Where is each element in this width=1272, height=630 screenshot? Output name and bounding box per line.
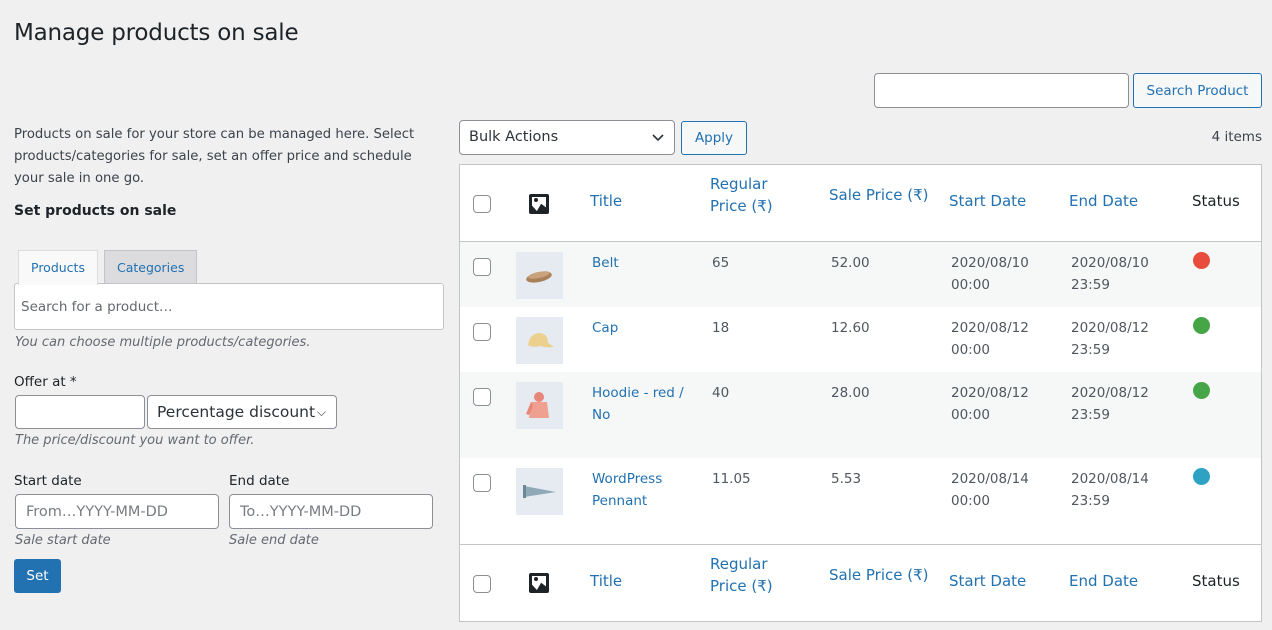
image-icon xyxy=(529,194,549,214)
table-header: Title Regular Price (₹) Sale Price (₹) S… xyxy=(460,165,1261,242)
column-start-date[interactable]: Start Date xyxy=(949,190,1026,212)
end-date: 2020/08/12 23:59 xyxy=(1071,385,1149,423)
set-button[interactable]: Set xyxy=(14,559,61,593)
products-table: Title Regular Price (₹) Sale Price (₹) S… xyxy=(459,164,1262,622)
page-description: Products on sale for your store can be m… xyxy=(14,127,415,186)
section-heading: Set products on sale xyxy=(14,203,177,219)
item-count: 4 items xyxy=(1211,129,1262,145)
bulk-actions-select[interactable]: Bulk Actions xyxy=(459,120,675,155)
table-row: WordPress Pennant 11.05 5.53 2020/08/14 00:00… xyxy=(460,458,1261,544)
offer-hint: The price/discount you want to offer. xyxy=(15,433,255,448)
sale-price: 52.00 xyxy=(831,255,870,271)
sale-price: 5.53 xyxy=(831,471,862,487)
table-row: Belt 65 52.00 2020/08/10 00:00 2020/08/10 23:5… xyxy=(460,242,1261,307)
column-start-date[interactable]: Start Date xyxy=(949,570,1026,592)
row-checkbox[interactable] xyxy=(473,323,491,341)
status-indicator xyxy=(1193,382,1210,399)
start-date: 2020/08/12 00:00 xyxy=(951,385,1029,423)
column-status: Status xyxy=(1192,572,1240,590)
table-row: Cap 18 12.60 2020/08/12 00:00 2020/08/12 23:59 xyxy=(460,307,1261,372)
sale-price: 12.60 xyxy=(831,320,870,336)
column-title[interactable]: Title xyxy=(590,570,622,592)
status-indicator xyxy=(1193,317,1210,334)
start-date: 2020/08/10 00:00 xyxy=(951,255,1029,293)
start-date: 2020/08/14 00:00 xyxy=(951,471,1029,509)
column-status: Status xyxy=(1192,192,1240,210)
tab-categories[interactable]: Categories xyxy=(103,250,198,284)
product-thumbnail[interactable] xyxy=(516,317,563,364)
offer-type-select[interactable]: Percentage discount ⌵ xyxy=(147,395,337,429)
start-date-input[interactable] xyxy=(15,494,219,529)
bulk-actions-value: Bulk Actions xyxy=(469,129,559,145)
product-title-link[interactable]: Belt xyxy=(592,252,697,274)
column-end-date[interactable]: End Date xyxy=(1069,190,1138,212)
chevron-down-icon: ⌵ xyxy=(316,405,326,419)
regular-price: 11.05 xyxy=(712,471,751,487)
end-date-input[interactable] xyxy=(229,494,433,529)
end-date-label: End date xyxy=(229,473,290,489)
search-product-button[interactable]: Search Product xyxy=(1133,73,1262,108)
sale-price: 28.00 xyxy=(831,385,870,401)
table-footer: Title Regular Price (₹) Sale Price (₹) S… xyxy=(460,544,1261,621)
end-date: 2020/08/10 23:59 xyxy=(1071,255,1149,293)
status-indicator xyxy=(1193,468,1210,485)
row-checkbox[interactable] xyxy=(473,474,491,492)
select-all-checkbox-footer[interactable] xyxy=(473,575,491,593)
select-all-checkbox[interactable] xyxy=(473,195,491,213)
table-row: Hoodie - red / No 40 28.00 2020/08/12 00:00 20… xyxy=(460,372,1261,458)
product-title-link[interactable]: Cap xyxy=(592,317,697,339)
product-title-link[interactable]: WordPress Pennant xyxy=(592,468,697,512)
status-indicator xyxy=(1193,252,1210,269)
end-date: 2020/08/14 23:59 xyxy=(1071,471,1149,509)
apply-button[interactable]: Apply xyxy=(681,121,747,155)
row-checkbox[interactable] xyxy=(473,258,491,276)
start-date-label: Start date xyxy=(14,473,82,489)
start-date: 2020/08/12 00:00 xyxy=(951,320,1029,358)
product-thumbnail[interactable] xyxy=(516,252,563,299)
chevron-down-icon xyxy=(652,121,664,167)
column-regular-price[interactable]: Regular Price (₹) xyxy=(710,553,773,597)
page-title: Manage products on sale xyxy=(14,20,299,46)
tab-products[interactable]: Products xyxy=(18,250,98,285)
regular-price: 40 xyxy=(712,385,730,401)
column-sale-price[interactable]: Sale Price (₹) xyxy=(829,184,929,206)
image-icon xyxy=(529,573,549,593)
column-regular-price[interactable]: Regular Price (₹) xyxy=(710,173,773,217)
product-thumbnail[interactable] xyxy=(516,382,563,429)
column-sale-price[interactable]: Sale Price (₹) xyxy=(829,564,929,586)
row-checkbox[interactable] xyxy=(473,388,491,406)
offer-label: Offer at * xyxy=(14,374,77,390)
end-date: 2020/08/12 23:59 xyxy=(1071,320,1149,358)
product-hint: You can choose multiple products/categor… xyxy=(15,335,311,350)
regular-price: 18 xyxy=(712,320,730,336)
column-end-date[interactable]: End Date xyxy=(1069,570,1138,592)
product-table-search-input[interactable] xyxy=(874,73,1129,108)
column-title[interactable]: Title xyxy=(590,190,622,212)
offer-type-value: Percentage discount xyxy=(157,403,316,421)
product-title-link[interactable]: Hoodie - red / No xyxy=(592,382,697,426)
product-thumbnail[interactable] xyxy=(516,468,563,515)
regular-price: 65 xyxy=(712,255,730,271)
end-date-hint: Sale end date xyxy=(229,533,319,548)
product-search-input[interactable] xyxy=(14,283,444,330)
selection-tabs: Products Categories xyxy=(18,250,198,285)
offer-amount-input[interactable] xyxy=(15,395,145,429)
start-date-hint: Sale start date xyxy=(15,533,111,548)
